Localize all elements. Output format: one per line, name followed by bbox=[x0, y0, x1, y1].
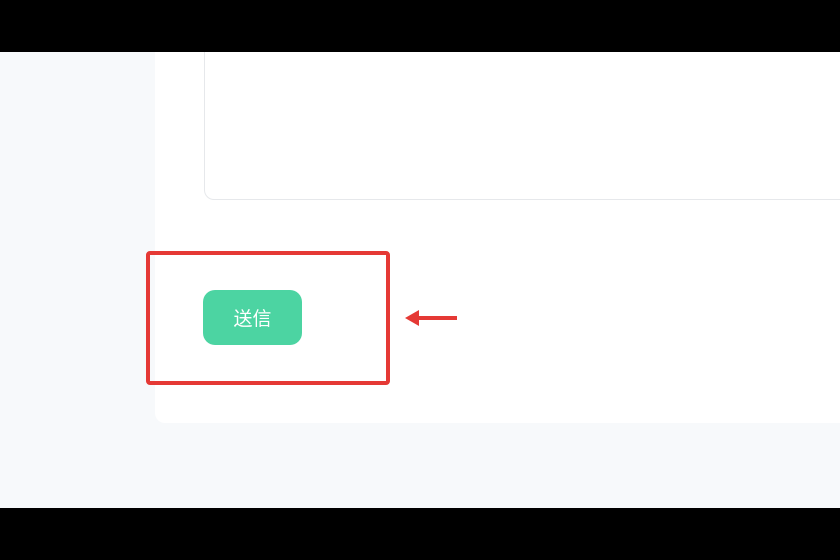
letterbox-bottom bbox=[0, 508, 840, 560]
submit-button-label: 送信 bbox=[233, 304, 271, 331]
submit-button[interactable]: 送信 bbox=[203, 290, 302, 345]
letterbox-top bbox=[0, 0, 840, 52]
arrow-left-icon bbox=[405, 307, 457, 329]
sidebar-area bbox=[0, 52, 155, 508]
textarea-field[interactable] bbox=[204, 52, 840, 200]
